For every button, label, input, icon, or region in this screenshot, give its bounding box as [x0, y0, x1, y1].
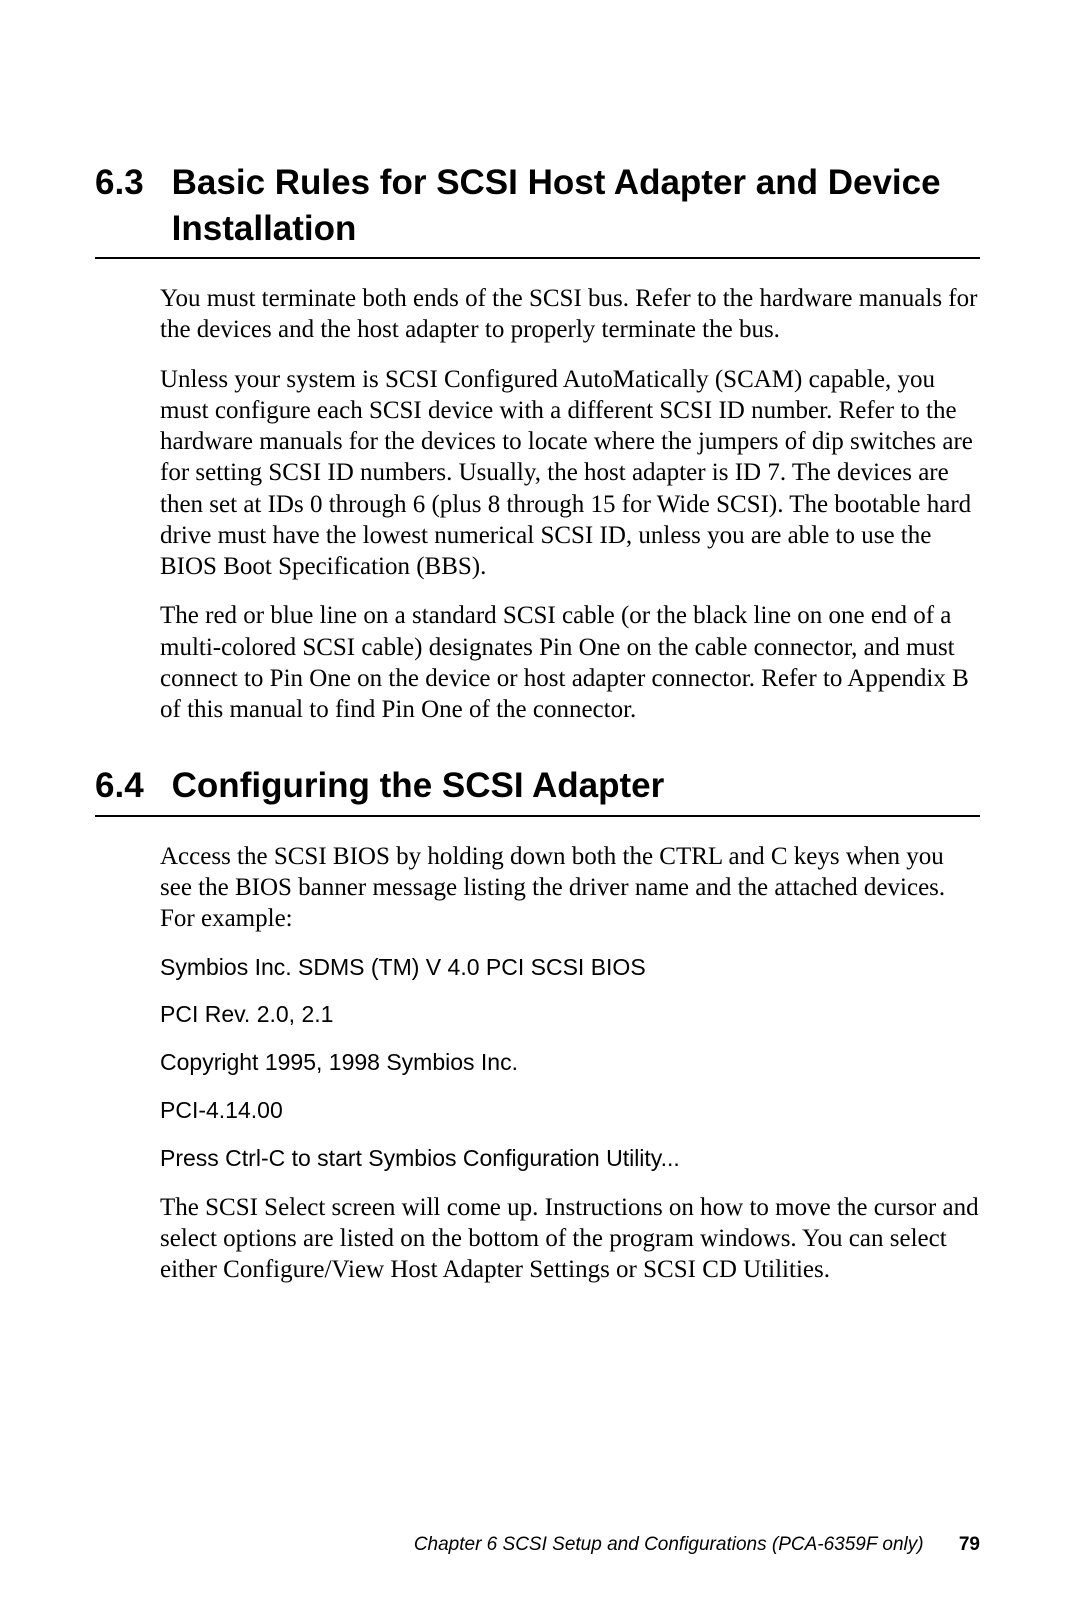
- paragraph: Unless your system is SCSI Configured Au…: [160, 364, 980, 583]
- section-number: 6.4: [95, 763, 172, 809]
- paragraph: Access the SCSI BIOS by holding down bot…: [160, 841, 980, 935]
- bios-line: PCI-4.14.00: [160, 1096, 980, 1126]
- page-number: 79: [929, 1534, 980, 1555]
- section-title: Basic Rules for SCSI Host Adapter and De…: [172, 160, 980, 251]
- bios-line: PCI Rev. 2.0, 2.1: [160, 1000, 980, 1030]
- section-number: 6.3: [95, 160, 172, 206]
- bios-line: Copyright 1995, 1998 Symbios Inc.: [160, 1048, 980, 1078]
- page-footer: Chapter 6 SCSI Setup and Configurations …: [414, 1534, 980, 1556]
- section-title: Configuring the SCSI Adapter: [172, 763, 980, 809]
- section-heading-6-3: 6.3 Basic Rules for SCSI Host Adapter an…: [95, 160, 980, 259]
- section-6-4: 6.4 Configuring the SCSI Adapter Access …: [95, 763, 980, 1285]
- bios-line: Symbios Inc. SDMS (TM) V 4.0 PCI SCSI BI…: [160, 953, 980, 983]
- paragraph: The SCSI Select screen will come up. Ins…: [160, 1192, 980, 1286]
- footer-text: Chapter 6 SCSI Setup and Configurations …: [414, 1534, 924, 1555]
- paragraph: You must terminate both ends of the SCSI…: [160, 283, 980, 346]
- bios-line: Press Ctrl-C to start Symbios Configurat…: [160, 1144, 980, 1174]
- section-heading-6-4: 6.4 Configuring the SCSI Adapter: [95, 763, 980, 817]
- section-6-3: 6.3 Basic Rules for SCSI Host Adapter an…: [95, 160, 980, 725]
- paragraph: The red or blue line on a standard SCSI …: [160, 600, 980, 725]
